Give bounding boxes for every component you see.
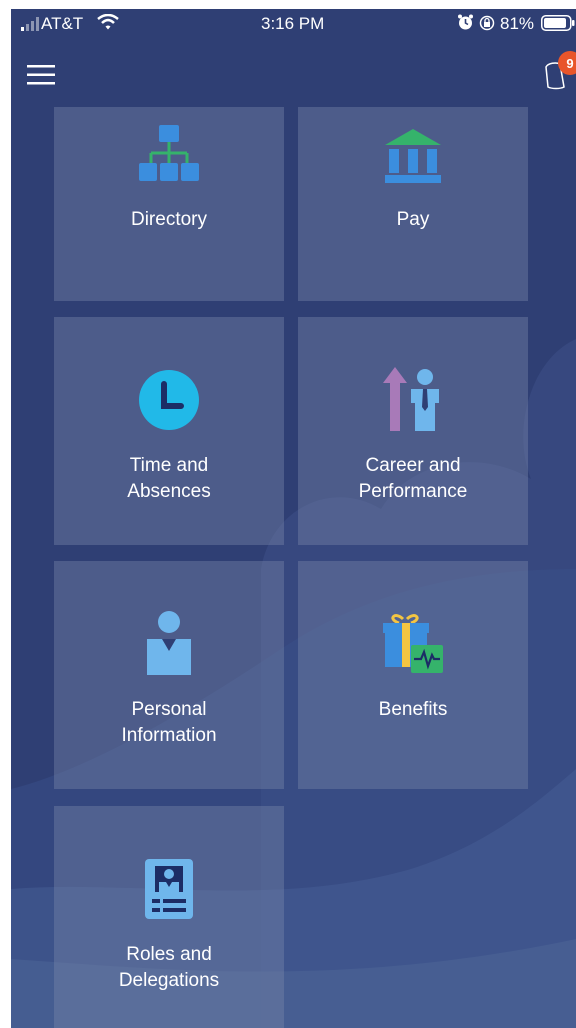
app-screen: AT&T 3:16 PM 81% 9 Directory Pay Time an…	[11, 9, 576, 1028]
orientation-lock-icon	[479, 15, 495, 31]
person-icon	[54, 611, 284, 677]
tile-label: Roles and Delegations	[54, 942, 284, 994]
tile-career-and-performance[interactable]: Career and Performance	[298, 317, 528, 545]
tile-label-line: Roles and	[126, 944, 212, 965]
career-growth-icon	[298, 367, 528, 433]
tile-label: Personal Information	[54, 697, 284, 749]
tile-label-line: Personal	[131, 699, 207, 720]
alarm-icon	[458, 14, 473, 30]
tile-label: Directory	[130, 209, 207, 230]
tile-label: Career and Performance	[298, 453, 528, 505]
status-bar: AT&T 3:16 PM 81%	[11, 9, 576, 37]
directory-icon	[54, 125, 284, 189]
clock-time: 3:16 PM	[261, 14, 325, 33]
wifi-icon	[97, 14, 119, 30]
tile-label: Pay	[396, 209, 430, 230]
signal-icon	[21, 17, 39, 31]
tile-benefits[interactable]: Benefits	[298, 561, 528, 789]
tile-personal-information[interactable]: Personal Information	[54, 561, 284, 789]
tile-label: Time and Absences	[54, 453, 284, 505]
tile-label-line: Information	[121, 725, 217, 746]
tile-label-line: Performance	[358, 481, 468, 502]
clock-icon	[54, 369, 284, 431]
id-badge-icon	[54, 858, 284, 920]
tile-label: Benefits	[378, 699, 448, 720]
tile-label-line: Absences	[127, 481, 211, 502]
pay-bank-icon	[298, 129, 528, 185]
tile-label-line: Time and	[129, 455, 209, 476]
notification-count-badge: 9	[558, 51, 576, 75]
tile-label-line: Career and	[365, 455, 461, 476]
tile-time-and-absences[interactable]: Time and Absences	[54, 317, 284, 545]
battery-percent: 81%	[500, 14, 535, 33]
hamburger-menu-icon[interactable]	[27, 64, 55, 86]
tile-pay[interactable]: Pay	[298, 107, 528, 301]
benefits-gift-icon	[298, 611, 528, 677]
tile-directory[interactable]: Directory	[54, 107, 284, 301]
battery-icon	[541, 15, 575, 31]
tile-roles-and-delegations[interactable]: Roles and Delegations	[54, 806, 284, 1028]
carrier-name: AT&T	[41, 14, 84, 33]
tile-label-line: Delegations	[118, 970, 220, 991]
